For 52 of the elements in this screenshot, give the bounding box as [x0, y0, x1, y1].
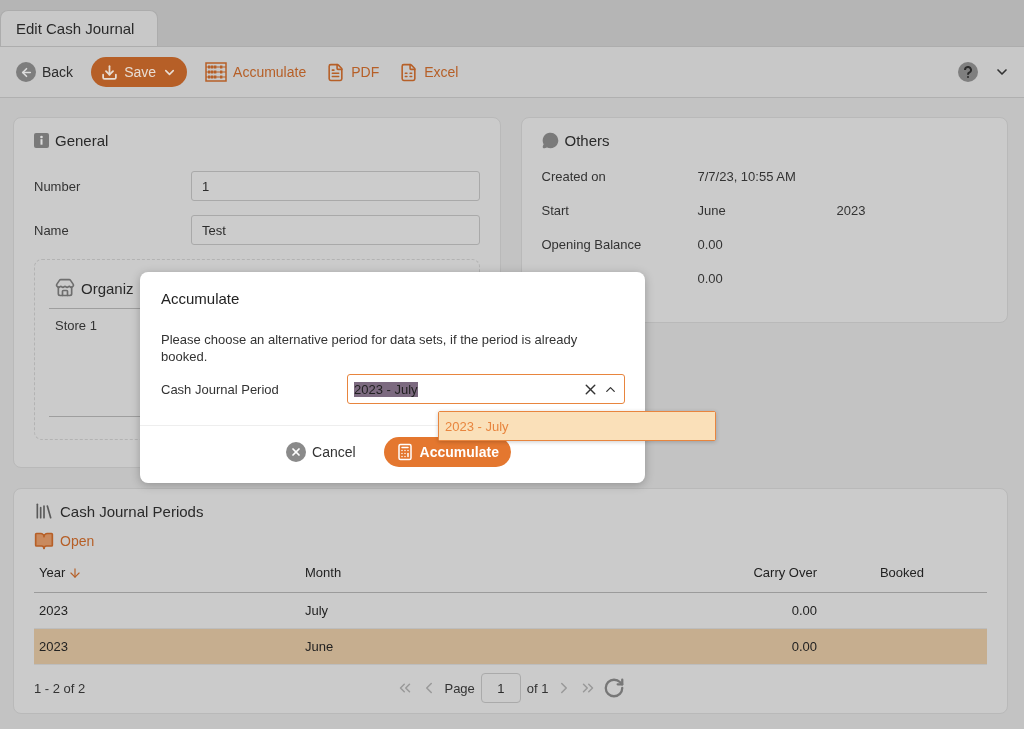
record-count: 1 - 2 of 2	[34, 680, 87, 696]
table-cell-text: July	[305, 603, 330, 618]
table-cell-text: 2023	[39, 639, 69, 654]
pdf-file-icon	[326, 62, 346, 82]
field-value: 0.00	[697, 236, 724, 252]
back-icon	[16, 62, 36, 82]
field-label: Name	[34, 222, 70, 238]
section-title: Organiz	[81, 279, 134, 297]
book-icon	[34, 531, 54, 551]
abacus-icon	[205, 62, 228, 82]
column-header[interactable]: Month	[305, 565, 677, 580]
field-label: Number	[34, 178, 82, 194]
info-icon	[34, 133, 49, 148]
speech-bubble-icon	[541, 132, 559, 149]
download-icon	[101, 63, 119, 81]
table-row[interactable]: 2023 June 0.00	[34, 629, 987, 665]
panel-title: General	[55, 132, 109, 149]
field-value: 0.00	[697, 270, 724, 286]
calculator-icon	[395, 443, 414, 461]
table-cell-text: 0.00	[790, 639, 817, 654]
refresh-icon[interactable]	[602, 677, 625, 699]
close-icon	[286, 442, 306, 462]
cancel-button[interactable]: Cancel	[274, 437, 368, 467]
field-value: 7/7/23, 10:55 AM	[697, 168, 797, 184]
books-icon	[34, 501, 54, 521]
panel-title: Cash Journal Periods	[60, 502, 204, 520]
panel-title: Others	[564, 132, 610, 149]
field-value: June	[697, 202, 727, 218]
dialog-title: Accumulate	[160, 289, 241, 307]
table-cell-text: 2023	[39, 603, 69, 618]
field-label: Start	[541, 202, 570, 218]
list-item: Store 1	[55, 318, 97, 333]
table-cell-text: June	[305, 639, 335, 654]
page-label: Page	[444, 680, 475, 696]
input-field[interactable]: Test	[191, 215, 480, 245]
column-header[interactable]: Booked	[817, 565, 987, 580]
back-button[interactable]: Back	[14, 57, 76, 87]
page-input[interactable]: 1	[480, 673, 521, 703]
store-icon	[55, 278, 75, 298]
field-label: Opening Balance	[541, 236, 643, 252]
field-label: Cash Journal Period	[161, 381, 280, 397]
table-cell-text: 0.00	[790, 603, 817, 618]
tab[interactable]: Edit Cash Journal	[0, 10, 158, 46]
column-header[interactable]: Carry Over	[677, 565, 817, 580]
help-icon[interactable]	[958, 62, 978, 82]
input-field[interactable]: 1	[191, 171, 480, 201]
field-value: 2023	[836, 202, 867, 218]
column-header[interactable]: Year	[39, 565, 305, 580]
dialog-message: Please choose an alternative period for data sets, if the period is already booked.	[160, 331, 579, 365]
excel-file-icon	[399, 62, 419, 82]
page-count: of 1	[526, 680, 549, 696]
field-label: Created on	[541, 168, 607, 184]
